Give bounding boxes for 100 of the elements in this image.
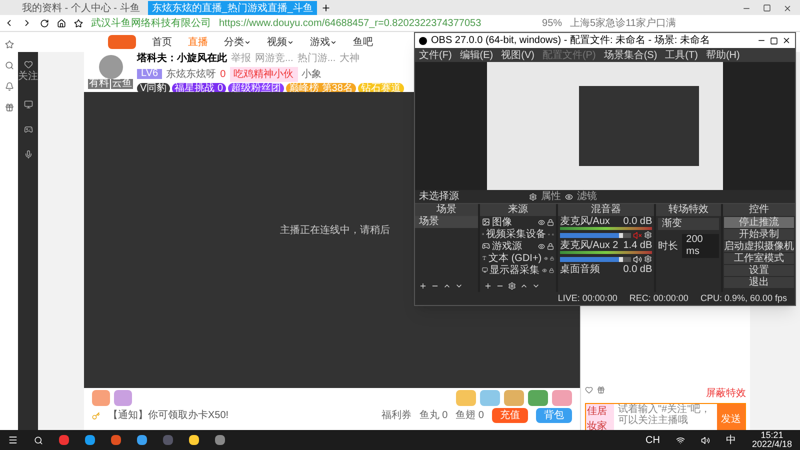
follow-count: 小象 — [302, 68, 322, 82]
gift-icon[interactable] — [4, 103, 14, 112]
action-pill[interactable]: 福星挑战 0 — [172, 82, 226, 94]
menu-item[interactable]: 视图(V) — [501, 48, 534, 62]
filters-button[interactable]: 滤镜 — [573, 189, 601, 204]
action-pill[interactable]: 超级粉丝团 — [228, 82, 284, 94]
move-down-icon[interactable] — [532, 282, 540, 290]
menu-item[interactable]: 场景集合(S) — [604, 48, 658, 62]
source-item[interactable]: 视频采集设备 — [486, 226, 546, 242]
maximize-icon[interactable] — [770, 36, 778, 44]
gift-icon[interactable] — [528, 390, 548, 406]
properties-button[interactable]: 属性 — [537, 189, 565, 204]
notice-text: 【通知】你可领取办卡X50! — [108, 408, 230, 423]
notification-icon[interactable] — [4, 82, 14, 91]
settings-icon[interactable] — [644, 255, 652, 263]
emoji-icon[interactable] — [585, 386, 593, 394]
db-reading: 1.4 dB — [623, 240, 652, 251]
visibility-icon[interactable] — [542, 266, 547, 274]
live-status: LIVE: 00:00:00 — [558, 292, 618, 305]
nav-link[interactable]: 视频 — [267, 34, 287, 50]
source-item[interactable]: 图像 — [492, 214, 536, 230]
lock-icon[interactable] — [546, 218, 554, 226]
speaker-icon[interactable] — [633, 254, 642, 264]
streamer-avatar — [98, 55, 122, 79]
panel-header: 场景 — [415, 204, 478, 216]
network-icon[interactable] — [676, 436, 685, 444]
move-down-icon[interactable] — [455, 282, 463, 290]
move-up-icon[interactable] — [520, 282, 528, 290]
panel-header: 混音器 — [558, 204, 654, 216]
close-icon[interactable] — [782, 36, 791, 45]
move-up-icon[interactable] — [443, 282, 451, 290]
news-ticker[interactable]: 上海5家急诊11家户口满 — [570, 16, 676, 30]
lock-icon[interactable] — [546, 242, 554, 250]
visibility-icon[interactable] — [538, 218, 545, 226]
game-icon[interactable] — [24, 125, 32, 134]
volume-slider-fill[interactable] — [560, 232, 623, 238]
lock-icon[interactable] — [550, 254, 554, 262]
coupon-link[interactable]: 福利券 — [381, 408, 412, 423]
nav-link[interactable]: 鱼吧 — [353, 34, 373, 50]
app-icon[interactable] — [137, 435, 147, 445]
panel-header: 来源 — [480, 204, 556, 216]
start-icon[interactable] — [8, 435, 18, 445]
fish-ball-count: 鱼丸 0 — [419, 408, 448, 423]
nav-link[interactable]: 首页 — [152, 34, 172, 50]
avatar-tag: 有料 — [88, 79, 110, 89]
menu-item[interactable]: 工具(T) — [665, 48, 698, 62]
browser-tab[interactable]: 我的资料 - 个人中心 - 斗鱼 — [18, 1, 144, 15]
control-button[interactable]: 设置 — [724, 265, 794, 276]
control-button[interactable]: 停止推流 — [724, 217, 794, 228]
bookmark-icon[interactable] — [74, 18, 83, 28]
lock-icon[interactable] — [548, 266, 554, 274]
favorites-icon[interactable] — [4, 40, 14, 49]
caret-icon[interactable] — [287, 38, 294, 46]
add-icon[interactable] — [419, 282, 427, 290]
reload-icon[interactable] — [40, 18, 49, 28]
heart-icon[interactable] — [24, 60, 32, 69]
add-icon[interactable] — [484, 282, 492, 290]
source-item[interactable]: 文本 (GDI+) — [488, 250, 542, 266]
action-pill[interactable]: V同豹 — [137, 82, 170, 94]
control-button[interactable]: 启动虚拟摄像机 — [724, 241, 794, 252]
control-button[interactable]: 开始录制 — [724, 229, 794, 240]
control-button[interactable]: 工作室模式 — [724, 253, 794, 264]
source-item[interactable]: 游戏源 — [492, 238, 536, 254]
caret-icon[interactable] — [330, 38, 337, 46]
fish-fin-count: 鱼翅 0 — [456, 408, 484, 423]
source-item[interactable]: 显示器采集 — [490, 262, 540, 278]
nav-link[interactable]: 游戏 — [310, 34, 330, 50]
app-icon[interactable] — [215, 435, 225, 445]
gift-icon[interactable] — [597, 386, 605, 394]
sidebar-label[interactable]: 关注 — [18, 69, 38, 84]
language-indicator[interactable]: CH — [646, 432, 660, 448]
menu-item[interactable]: 文件(F) — [419, 48, 452, 62]
menu-item[interactable]: 编辑(E) — [460, 48, 494, 62]
gear-icon[interactable] — [529, 192, 537, 200]
block-effects-toggle[interactable]: 屏蔽特效 — [706, 386, 746, 401]
site-identity: 武汉斗鱼网络科技有限公司 — [91, 16, 211, 30]
clock-date: 2022/4/18 — [752, 440, 792, 449]
transition-select[interactable]: 渐变 — [658, 218, 719, 230]
scene-item[interactable]: 场景 — [415, 216, 478, 228]
nav-link[interactable]: 分类 — [224, 34, 244, 50]
home-icon[interactable] — [57, 18, 66, 28]
gift-icon — [114, 390, 132, 406]
settings-icon[interactable] — [644, 231, 652, 239]
control-button[interactable]: 退出 — [724, 277, 794, 288]
window-title: OBS 27.0.0 (64-bit, windows) - 配置文件: 未命名 - 场景: 未命名 — [431, 34, 711, 48]
duration-field[interactable]: 200 ms — [682, 234, 719, 258]
caret-icon[interactable] — [244, 38, 251, 46]
visibility-icon[interactable] — [544, 254, 548, 262]
close-icon[interactable] — [783, 4, 792, 13]
obs-logo-icon — [419, 36, 427, 44]
ime-indicator[interactable]: 中 — [726, 432, 736, 448]
settings-icon[interactable] — [508, 282, 516, 290]
volume-icon[interactable] — [700, 436, 710, 444]
volume-slider-fill[interactable] — [560, 256, 623, 262]
menu-item[interactable]: 帮助(H) — [706, 48, 740, 62]
douyu-logo — [108, 35, 136, 49]
new-tab-icon[interactable] — [320, 3, 331, 13]
app-icon[interactable] — [85, 435, 95, 445]
app-icon[interactable] — [189, 435, 199, 445]
visibility-icon[interactable] — [538, 242, 545, 250]
